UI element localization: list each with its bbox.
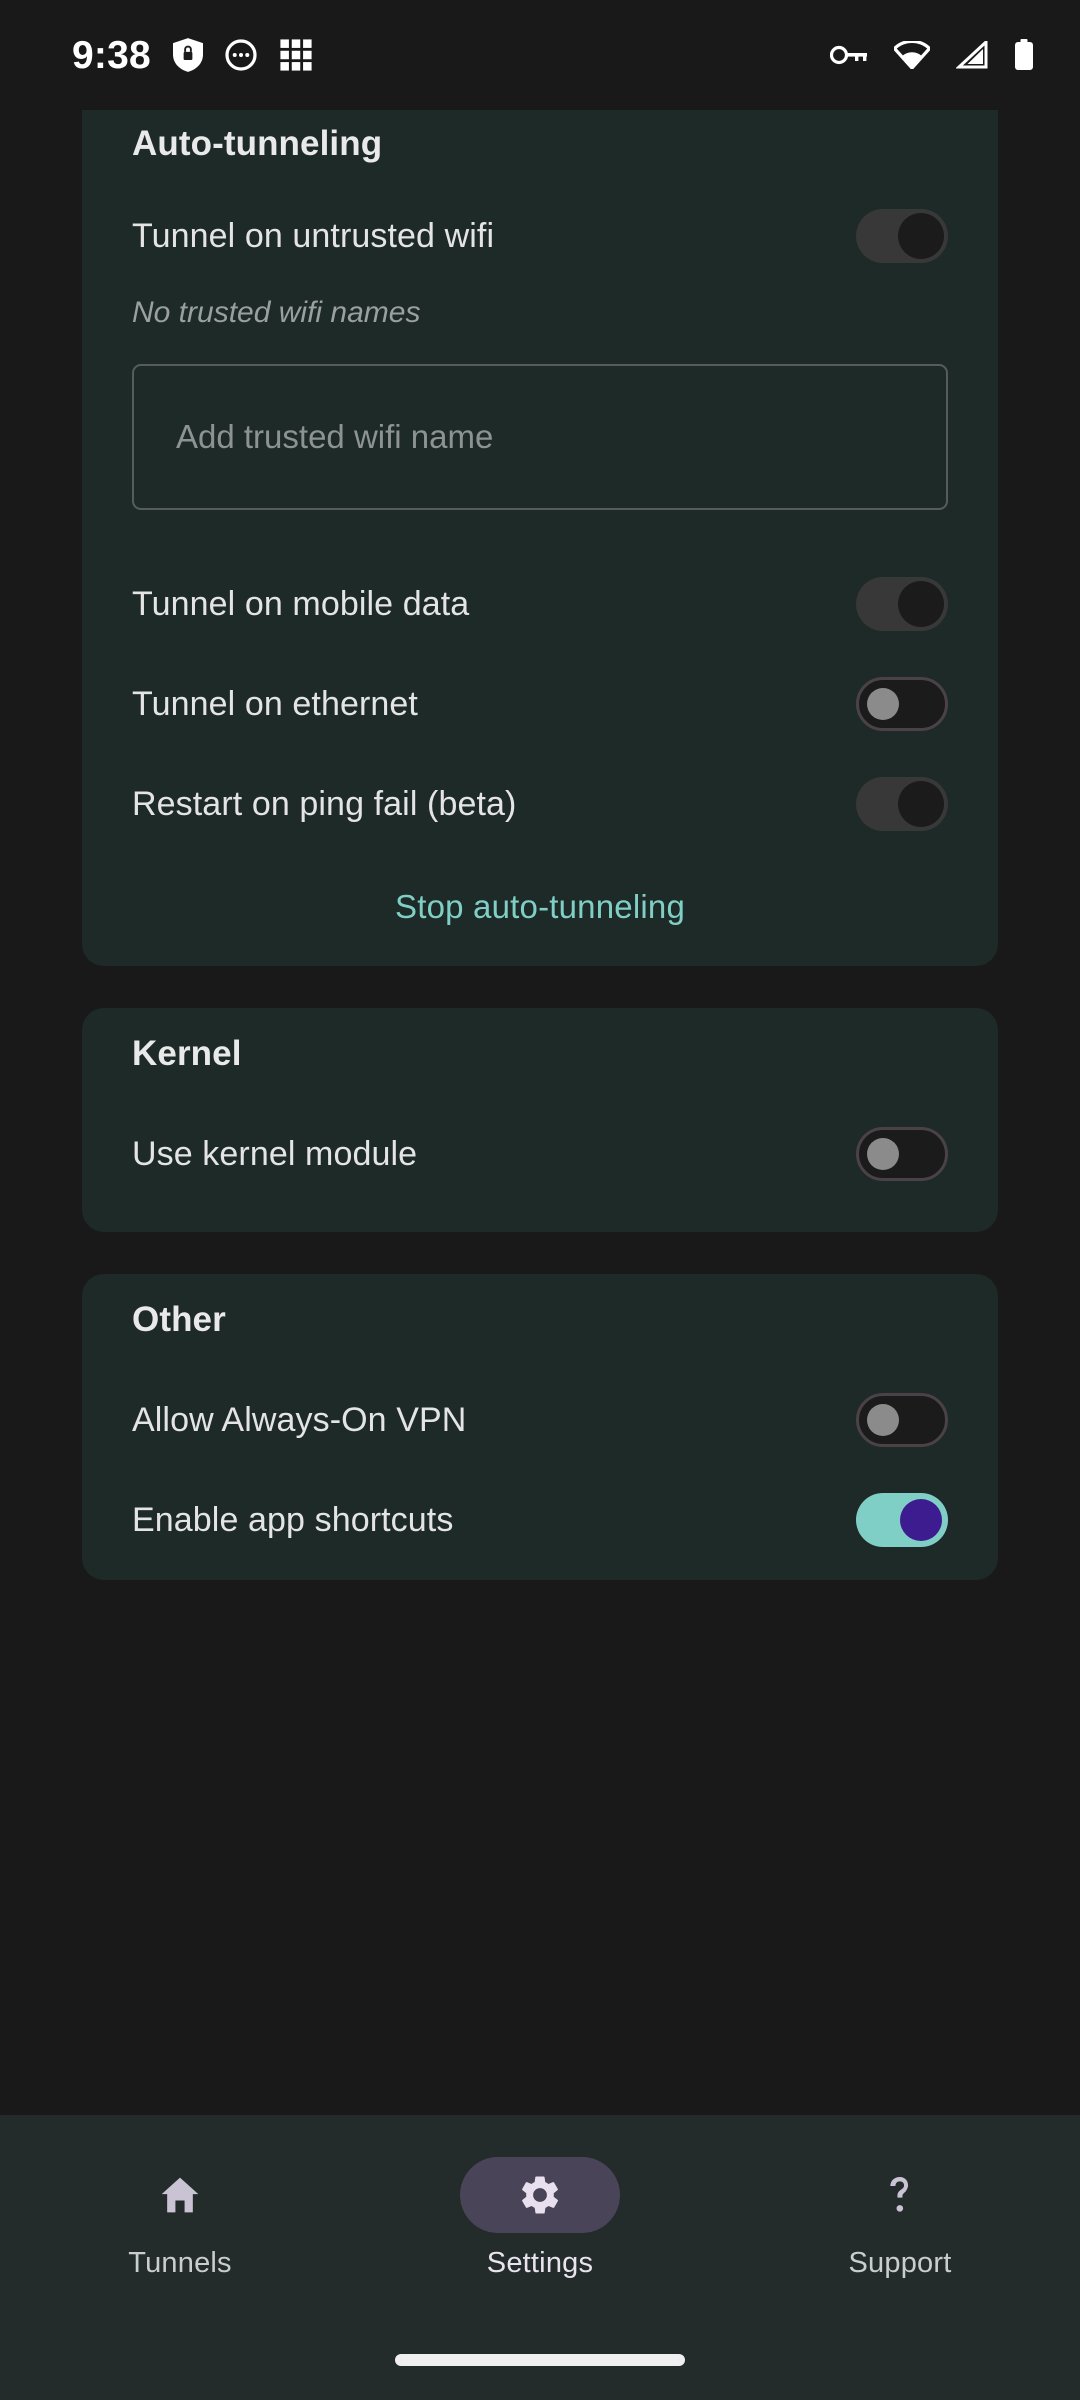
row-label: Tunnel on ethernet [132, 684, 418, 723]
status-bar-left: 9:38 [72, 36, 313, 75]
toggle-use-kernel-module[interactable] [856, 1127, 948, 1181]
nav-item-support[interactable]: Support [800, 2157, 1000, 2280]
kernel-card: Kernel Use kernel module [82, 1008, 998, 1232]
nav-item-tunnels[interactable]: Tunnels [80, 2157, 280, 2280]
app-screen: 9:38 Auto-tunneling Tunnel on untrusted … [0, 0, 1080, 2400]
status-bar-clock: 9:38 [72, 33, 151, 77]
cellular-signal-icon [956, 41, 988, 69]
row-label: Tunnel on untrusted wifi [132, 216, 495, 255]
auto-tunneling-card: Auto-tunneling Tunnel on untrusted wifi … [82, 110, 998, 966]
row-label: Use kernel module [132, 1134, 418, 1173]
app-grid-icon [280, 39, 312, 71]
toggle-thumb [900, 1499, 942, 1541]
gear-icon [522, 2176, 559, 2214]
row-label: Allow Always-On VPN [132, 1400, 467, 1439]
row-use-kernel-module[interactable]: Use kernel module [82, 1104, 998, 1204]
toggle-thumb [898, 213, 944, 259]
toggle-thumb [867, 1404, 899, 1436]
nav-item-settings[interactable]: Settings [440, 2157, 640, 2280]
section-title-kernel: Kernel [132, 1034, 242, 1073]
dots-circle-icon [225, 39, 257, 71]
nav-pill-settings [460, 2157, 620, 2233]
row-allow-always-on-vpn[interactable]: Allow Always-On VPN [82, 1370, 998, 1470]
question-mark-icon [890, 2177, 909, 2212]
nav-label-tunnels: Tunnels [128, 2247, 232, 2279]
section-title-other: Other [132, 1300, 226, 1339]
row-label: Restart on ping fail (beta) [132, 784, 517, 823]
home-icon [161, 2177, 199, 2213]
toggle-thumb [898, 581, 944, 627]
row-label: Tunnel on mobile data [132, 584, 470, 623]
toggle-allow-always-on-vpn[interactable] [856, 1393, 948, 1447]
nav-label-support: Support [848, 2247, 952, 2279]
status-bar: 9:38 [0, 0, 1080, 110]
toggle-thumb [867, 1138, 899, 1170]
toggle-thumb [867, 688, 899, 720]
add-trusted-wifi-field[interactable]: Add trusted wifi name [132, 364, 948, 510]
row-restart-ping-fail[interactable]: Restart on ping fail (beta) [82, 754, 998, 854]
trusted-wifi-empty-text: No trusted wifi names [132, 296, 421, 329]
nav-label-settings: Settings [486, 2247, 594, 2279]
status-bar-right [830, 39, 1034, 71]
add-trusted-wifi-placeholder: Add trusted wifi name [176, 418, 494, 455]
nav-pill-tunnels [100, 2157, 260, 2233]
toggle-enable-app-shortcuts[interactable] [856, 1493, 948, 1547]
wifi-icon [894, 41, 930, 69]
bottom-navigation-bar: Tunnels Settings Support [0, 2115, 1080, 2400]
toggle-tunnel-untrusted-wifi[interactable] [856, 209, 948, 263]
toggle-tunnel-ethernet[interactable] [856, 677, 948, 731]
settings-scroll-area[interactable]: Auto-tunneling Tunnel on untrusted wifi … [0, 110, 1080, 2115]
row-tunnel-ethernet[interactable]: Tunnel on ethernet [82, 654, 998, 754]
other-card: Other Allow Always-On VPN Enable app sho… [82, 1274, 998, 1580]
shield-lock-icon [172, 38, 203, 72]
stop-auto-tunneling-row[interactable]: Stop auto-tunneling [82, 854, 998, 956]
nav-pill-support [820, 2157, 980, 2233]
toggle-thumb [898, 781, 944, 827]
row-label: Enable app shortcuts [132, 1500, 454, 1539]
gesture-navigation-bar[interactable] [395, 2354, 685, 2366]
battery-full-icon [1015, 39, 1033, 70]
row-tunnel-mobile-data[interactable]: Tunnel on mobile data [82, 554, 998, 654]
section-title-auto-tunneling: Auto-tunneling [132, 124, 383, 163]
row-tunnel-untrusted-wifi[interactable]: Tunnel on untrusted wifi [82, 186, 998, 286]
toggle-tunnel-mobile-data[interactable] [856, 577, 948, 631]
row-enable-app-shortcuts[interactable]: Enable app shortcuts [82, 1470, 998, 1570]
vpn-key-icon [830, 45, 867, 65]
toggle-restart-ping-fail[interactable] [856, 777, 948, 831]
stop-auto-tunneling-button[interactable]: Stop auto-tunneling [395, 888, 685, 926]
